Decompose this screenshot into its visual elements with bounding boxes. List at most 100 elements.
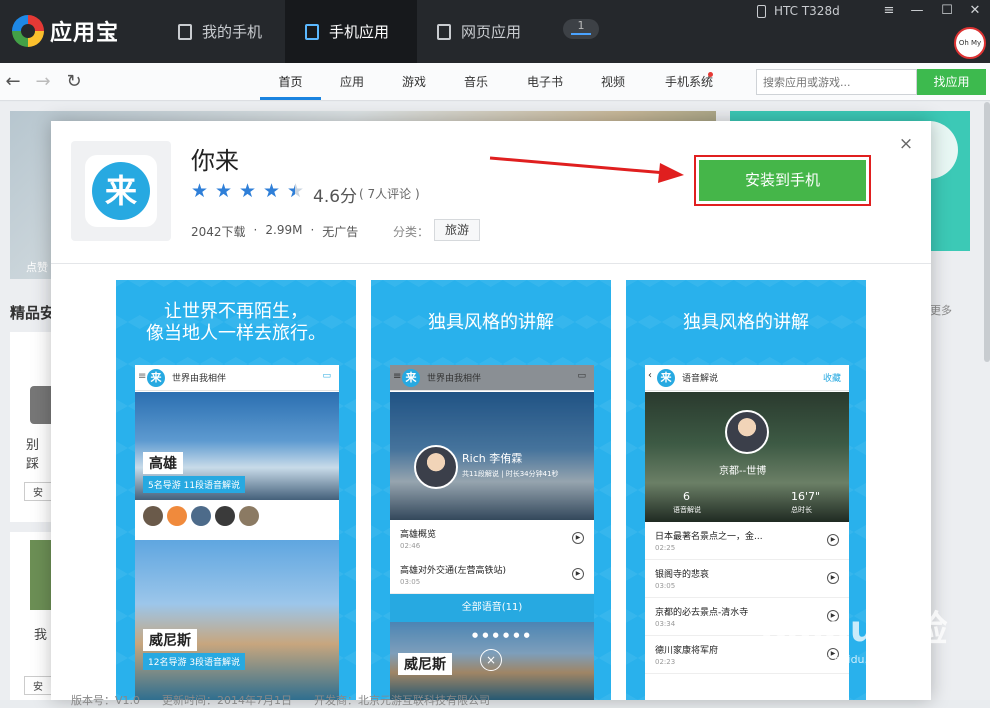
play-icon[interactable]: ▶ — [827, 572, 839, 584]
guide-name: Rich 李侑霖 — [462, 452, 523, 465]
phone-header-title: 语音解说 — [682, 374, 719, 384]
tab-home[interactable]: 首页 — [260, 63, 321, 100]
close-icon[interactable]: × — [480, 649, 502, 671]
install-to-phone-button[interactable]: 安装到手机 — [699, 160, 866, 201]
avatar — [167, 506, 187, 526]
app-logo-icon: 来 — [402, 369, 420, 387]
all-voice-button[interactable]: 全部语音(11) — [390, 594, 594, 622]
screenshot-1[interactable]: 让世界不再陌生， 像当地人一样去旅行。 ≡ 来 世界由我相伴 ▭ 高雄 5名导游… — [116, 280, 356, 700]
list-item-title: 德川家康将军府 — [655, 646, 719, 656]
close-dialog-button[interactable]: × — [897, 135, 915, 153]
category-tag[interactable]: 旅游 — [434, 219, 480, 241]
stat-label: 总时长 — [791, 506, 812, 514]
avatar — [215, 506, 235, 526]
list-item[interactable]: 银阁寺的悲哀 03:05 ▶ — [645, 560, 849, 598]
play-icon[interactable]: ▶ — [572, 568, 584, 580]
ads-info: 无广告 — [322, 225, 359, 239]
city-info: 5名导游 11段语音解说 — [143, 476, 246, 493]
minimize-button[interactable]: — — [906, 2, 928, 20]
screenshot-2[interactable]: 独具风格的讲解 ≡ 来 世界由我相伴 ▭ Rich 李侑霖 共11段解说 | 时… — [371, 280, 611, 700]
list-item-time: 03:05 — [655, 582, 676, 590]
chat-icon: ▭ — [322, 371, 331, 381]
menu-button[interactable]: ≡ — [878, 2, 900, 20]
back-arrow-icon[interactable]: ← — [2, 71, 24, 93]
list-item[interactable]: 高雄对外交通(左营高铁站) 03:05 ▶ — [390, 556, 594, 594]
star-icon: ★ — [239, 180, 257, 202]
device-indicator[interactable]: HTC T328d — [757, 4, 840, 18]
refresh-icon[interactable]: ↻ — [63, 71, 85, 93]
play-icon[interactable]: ▶ — [827, 534, 839, 546]
app-meta: 2042下载 · 2.99M · 无广告 — [191, 223, 366, 240]
app-footer-info: 版本号：V1.0 更新时间：2014年7月1日 开发商：北京元游互联科技有限公司 — [71, 694, 491, 707]
guide-avatars — [135, 500, 339, 532]
list-item-time: 03:05 — [400, 578, 421, 586]
list-item[interactable]: 日本最著名景点之一，金... 02:25 ▶ — [645, 522, 849, 560]
app-logo-icon: 来 — [147, 369, 165, 387]
tab-web-apps-label: 网页应用 — [461, 23, 522, 41]
install-small-button[interactable]: 安 — [24, 676, 52, 695]
screenshot-title: 独具风格的讲解 — [683, 312, 809, 333]
close-window-button[interactable]: ✕ — [964, 2, 986, 20]
meta-separator: · — [310, 223, 315, 237]
tab-music[interactable]: 音乐 — [451, 63, 501, 100]
tab-games[interactable]: 游戏 — [389, 63, 439, 100]
place-name: 京都--世博 — [719, 466, 767, 477]
tab-phone-apps-label: 手机应用 — [329, 23, 390, 41]
install-highlight: 安装到手机 — [694, 155, 871, 206]
rating-stars: ★ ★ ★ ★ ★ — [191, 180, 311, 202]
menu-icon: ≡ — [393, 371, 402, 382]
avatar — [239, 506, 259, 526]
avatar — [191, 506, 211, 526]
app-card-icon — [30, 540, 51, 610]
tab-my-phone-label: 我的手机 — [202, 23, 263, 41]
tab-phone-apps[interactable]: 手机应用 — [285, 0, 417, 63]
maximize-button[interactable]: ☐ — [936, 2, 958, 20]
app-logo[interactable]: 应用宝 — [12, 14, 119, 48]
search-input[interactable] — [756, 69, 917, 95]
tab-video[interactable]: 视频 — [588, 63, 638, 100]
city-info: 12名导游 3段语音解说 — [143, 653, 246, 670]
tab-phone-system[interactable]: 手机系统 — [658, 63, 720, 100]
title-bar: 应用宝 我的手机 手机应用 网页应用 1 HTC T328d ≡ — ☐ ✕ O… — [0, 0, 990, 75]
city-name: 威尼斯 — [143, 629, 197, 651]
install-small-button[interactable]: 安 — [24, 482, 52, 501]
phone-header: ‹ 来 语音解说 收藏 — [645, 365, 849, 391]
list-item-title: 银阁寺的悲哀 — [655, 570, 710, 580]
app-store-icon — [305, 23, 319, 40]
scrollbar[interactable] — [984, 102, 990, 362]
app-logo-icon: 来 — [657, 369, 675, 387]
star-icon: ★ — [263, 180, 281, 202]
app-card-icon — [30, 386, 51, 424]
rating-score: 4.6分 — [313, 187, 358, 207]
menu-icon: ≡ — [138, 371, 147, 382]
app-icon-frame: 来 — [71, 141, 171, 241]
guide-avatar — [414, 445, 458, 489]
list-item-time: 02:25 — [655, 544, 676, 552]
tab-apps[interactable]: 应用 — [327, 63, 377, 100]
tab-ebooks[interactable]: 电子书 — [519, 63, 571, 100]
app-card[interactable]: 别踩 安 — [10, 332, 52, 522]
list-item-title: 高雄概览 — [400, 530, 437, 540]
avatar[interactable]: Oh My Gosh — [954, 27, 986, 75]
list-item-time: 02:46 — [400, 542, 421, 550]
screenshot-title: 像当地人一样去旅行。 — [146, 323, 326, 344]
play-icon[interactable]: ▶ — [572, 532, 584, 544]
list-item[interactable]: 高雄概览 02:46 ▶ — [390, 520, 594, 558]
nav-bar: ← → ↻ 首页 应用 游戏 音乐 电子书 视频 手机系统 找应用 — [0, 63, 990, 101]
stat-value: 16'7" — [791, 490, 821, 503]
annotation-arrow-icon — [489, 156, 684, 183]
forward-arrow-icon[interactable]: → — [32, 71, 54, 93]
search-button[interactable]: 找应用 — [917, 69, 986, 95]
app-card[interactable]: 我 安 — [10, 532, 52, 700]
tab-my-phone[interactable]: 我的手机 — [158, 0, 285, 63]
app-icon: 来 — [85, 155, 157, 227]
list-item-time: 03:34 — [655, 620, 676, 628]
tab-web-apps[interactable]: 网页应用 — [417, 0, 549, 63]
phone-header-title: 世界由我相伴 — [427, 374, 482, 384]
more-link[interactable]: 更多 — [930, 302, 952, 318]
phone-header: ≡ 来 世界由我相伴 ▭ — [135, 365, 339, 391]
review-count[interactable]: ( 7人评论 ) — [359, 185, 420, 202]
avatar — [143, 506, 163, 526]
download-count-badge[interactable]: 1 — [563, 19, 599, 39]
list-item-title: 高雄对外交通(左营高铁站) — [400, 566, 507, 576]
